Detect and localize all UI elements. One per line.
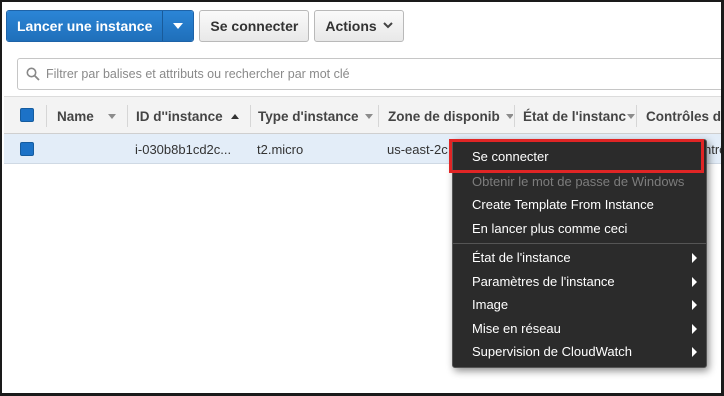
menu-item-label: État de l'instance <box>472 250 571 265</box>
column-header-label: Contrôles de <box>646 108 724 124</box>
menu-item-label: Mise en réseau <box>472 321 561 336</box>
menu-item-create-template[interactable]: Create Template From Instance <box>453 193 706 216</box>
cell-instance-type: t2.micro <box>257 141 304 157</box>
context-menu: Se connecter Obtenir le mot de passe de … <box>452 139 707 368</box>
column-divider <box>378 105 379 127</box>
connect-button[interactable]: Se connecter <box>199 10 310 42</box>
toolbar: Lancer une instance Se connecter Actions <box>6 10 404 43</box>
launch-options-dropdown[interactable] <box>162 11 194 41</box>
chevron-down-icon <box>382 21 393 32</box>
actions-button-label: Actions <box>325 18 377 34</box>
sort-icon <box>505 113 513 119</box>
menu-item-image[interactable]: Image <box>453 293 706 316</box>
menu-item-label: Paramètres de l'instance <box>472 274 615 289</box>
cell-name <box>57 134 127 164</box>
search-icon <box>26 67 40 81</box>
cell-availability-zone: us-east-2c <box>387 141 448 157</box>
menu-item-label: En lancer plus comme ceci <box>472 221 628 236</box>
sort-ascending-icon <box>230 113 239 119</box>
menu-item-networking[interactable]: Mise en réseau <box>453 317 706 340</box>
menu-item-instance-state[interactable]: État de l'instance <box>453 246 706 269</box>
sort-icon <box>626 113 635 119</box>
column-header-label: Zone de disponib <box>388 108 500 124</box>
search-input[interactable]: Filtrer par balises et attributs ou rech… <box>17 58 721 90</box>
column-header-label: Name <box>57 108 94 124</box>
column-header-instance-state[interactable]: État de l'instanc <box>523 97 635 135</box>
column-header-name[interactable]: Name <box>57 97 127 135</box>
menu-divider <box>453 243 706 244</box>
menu-item-label: Supervision de CloudWatch <box>472 344 632 359</box>
cell-instance-id: i-030b8b1cd2c... <box>135 141 232 157</box>
submenu-arrow-icon <box>692 253 697 263</box>
sort-icon <box>364 113 373 119</box>
column-header-availability-zone[interactable]: Zone de disponib <box>388 97 513 135</box>
launch-instance-button[interactable]: Lancer une instance <box>7 11 163 41</box>
cell-status-checks: ntrô <box>704 141 721 157</box>
menu-item-label: Image <box>472 297 509 312</box>
row-checkbox[interactable] <box>20 142 34 156</box>
connect-button-label: Se connecter <box>210 18 299 34</box>
column-divider <box>514 105 515 127</box>
table-header: Name ID d''instance Type d'instance Zone… <box>4 96 724 135</box>
submenu-arrow-icon <box>692 277 697 287</box>
actions-button[interactable]: Actions <box>314 10 404 42</box>
caret-down-icon <box>173 23 184 29</box>
launch-instance-split-button: Lancer une instance <box>6 10 195 42</box>
column-divider <box>636 105 637 127</box>
menu-item-launch-more-like-this[interactable]: En lancer plus comme ceci <box>453 217 706 240</box>
column-header-label: État de l'instanc <box>523 108 626 124</box>
highlight-box <box>449 139 704 173</box>
column-header-instance-id[interactable]: ID d''instance <box>136 97 251 135</box>
submenu-arrow-icon <box>692 347 697 357</box>
column-divider <box>46 105 47 127</box>
menu-item-cloudwatch-monitoring[interactable]: Supervision de CloudWatch <box>453 340 706 363</box>
column-header-status-checks[interactable]: Contrôles de <box>646 97 724 135</box>
menu-item-label: Obtenir le mot de passe de Windows <box>472 174 685 189</box>
column-header-label: ID d''instance <box>136 108 223 124</box>
menu-item-label: Create Template From Instance <box>472 197 654 212</box>
submenu-arrow-icon <box>692 300 697 310</box>
column-header-label: Type d'instance <box>258 108 359 124</box>
select-all-checkbox[interactable] <box>20 108 34 122</box>
column-divider <box>250 105 251 127</box>
search-placeholder: Filtrer par balises et attributs ou rech… <box>46 67 350 81</box>
console-frame: Lancer une instance Se connecter Actions… <box>0 0 724 396</box>
sort-icon <box>107 113 116 119</box>
menu-item-instance-settings[interactable]: Paramètres de l'instance <box>453 270 706 293</box>
submenu-arrow-icon <box>692 324 697 334</box>
menu-item-get-windows-password: Obtenir le mot de passe de Windows <box>453 170 706 193</box>
column-divider <box>127 105 128 127</box>
column-header-instance-type[interactable]: Type d'instance <box>258 97 378 135</box>
